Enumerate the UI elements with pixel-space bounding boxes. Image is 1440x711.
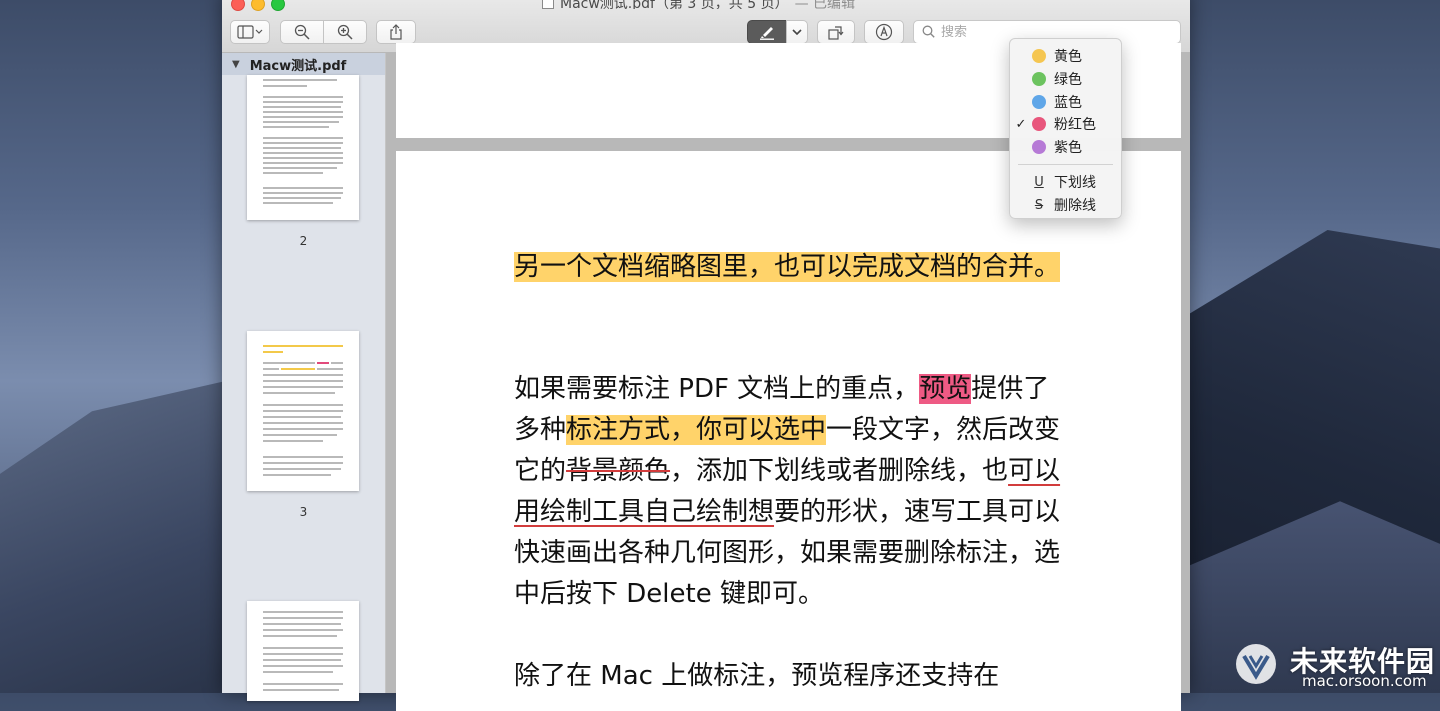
highlight-color-menu: 黄色 绿色 蓝色 ✓ 粉红色 紫色 U 下划线 S 删除线 [1009,38,1122,219]
sidebar-toggle-icon [237,25,263,39]
watermark-logo-icon [1236,644,1276,684]
menu-item-label: 紫色 [1054,140,1082,156]
watermark-site-url: mac.orsoon.com [1302,672,1427,690]
zoom-window-button[interactable] [271,0,285,11]
menu-item-label: 黄色 [1054,49,1082,65]
chevron-down-icon [792,28,802,36]
page-thumbnail-2[interactable] [247,75,359,220]
thumbnail-page-number: 2 [299,234,308,248]
preview-window: Macw测试.pdf（第 3 页，共 5 页） — 已编辑 搜索 ▼ Macw测… [222,0,1190,711]
checkmark-icon: ✓ [1015,116,1027,132]
green-swatch-icon [1032,72,1046,86]
pdf-page-3[interactable]: 另一个文档缩略图里，也可以完成文档的合并。 如果需要标注 PDF 文档上的重点，… [396,151,1181,711]
menu-item-label: 绿色 [1054,72,1082,88]
underline-icon: U [1034,174,1044,190]
window-page-info: （第 3 页，共 5 页） [654,0,789,9]
pink-swatch-icon [1032,117,1046,131]
highlight-menu-button[interactable] [786,20,808,44]
menu-item-label: 删除线 [1054,198,1096,214]
zoom-out-button[interactable] [280,20,324,44]
zoom-out-icon [294,24,310,40]
close-window-button[interactable] [231,0,245,11]
page-thumbnail-4[interactable] [247,601,359,701]
page-thumbnail-3[interactable] [247,331,359,491]
menu-item-green[interactable]: 绿色 [1010,68,1121,90]
menu-item-pink[interactable]: ✓ 粉红色 [1010,113,1121,135]
yellow-swatch-icon [1032,49,1046,63]
highlight-button[interactable] [747,20,787,44]
thumbnail-sidebar: ▼ Macw测试.pdf 2 3 [222,53,386,701]
body-text: 如果需要标注 PDF 文档上的重点， [514,374,920,404]
minimize-window-button[interactable] [251,0,265,11]
zoom-in-button[interactable] [323,20,367,44]
disclosure-triangle-icon[interactable]: ▼ [232,59,240,70]
menu-item-label: 下划线 [1054,175,1096,191]
sidebar-toggle-button[interactable] [230,20,270,44]
share-button[interactable] [376,20,416,44]
menu-item-blue[interactable]: 蓝色 [1010,91,1121,113]
menu-item-label: 粉红色 [1054,117,1096,133]
body-text: 除了在 Mac 上做标注，预览程序还支持在 [514,661,1000,691]
sidebar-document-title: Macw测试.pdf [249,58,347,74]
markup-pen-icon [875,23,893,41]
window-file-name: Macw测试.pdf [560,0,655,9]
yellow-highlight-text[interactable]: 标注方式，你可以选中 [566,415,827,445]
zoom-in-icon [337,24,353,40]
highlighter-icon [758,24,776,40]
menu-item-label: 蓝色 [1054,95,1082,111]
rotate-icon [827,24,845,40]
sidebar-document-header[interactable]: ▼ Macw测试.pdf [222,53,385,75]
window-edited-label: — 已编辑 [794,0,856,9]
paragraph-merge[interactable]: 另一个文档缩略图里，也可以完成文档的合并。 [514,247,1074,288]
strikethrough-icon: S [1034,197,1044,213]
strikethrough-text[interactable]: 背景颜色 [566,456,670,486]
magnifier-icon [922,23,935,42]
menu-item-strikethrough[interactable]: S 删除线 [1010,194,1121,216]
body-text: ，添加下划线或者删除线，也 [670,456,1009,486]
purple-swatch-icon [1032,140,1046,154]
window-title: Macw测试.pdf（第 3 页，共 5 页） — 已编辑 [542,0,962,9]
menu-item-purple[interactable]: 紫色 [1010,136,1121,158]
menu-item-underline[interactable]: U 下划线 [1010,171,1121,193]
pdf-document-icon [542,0,554,9]
desktop-background-dune [0,380,230,693]
pink-highlight-text[interactable]: 预览 [919,374,972,404]
blue-swatch-icon [1032,95,1046,109]
yellow-highlight-text[interactable]: 另一个文档缩略图里，也可以完成文档的合并。 [514,252,1061,282]
share-icon [389,24,403,40]
menu-separator [1018,164,1113,165]
rotate-button[interactable] [817,20,855,44]
markup-toolbar-button[interactable] [864,20,904,44]
paragraph-continued[interactable]: 除了在 Mac 上做标注，预览程序还支持在 [514,656,1074,697]
paragraph-annotation[interactable]: 如果需要标注 PDF 文档上的重点，预览提供了多种标注方式，你可以选中一段文字，… [514,369,1074,615]
menu-item-yellow[interactable]: 黄色 [1010,45,1121,67]
thumbnail-page-number: 3 [299,505,308,519]
